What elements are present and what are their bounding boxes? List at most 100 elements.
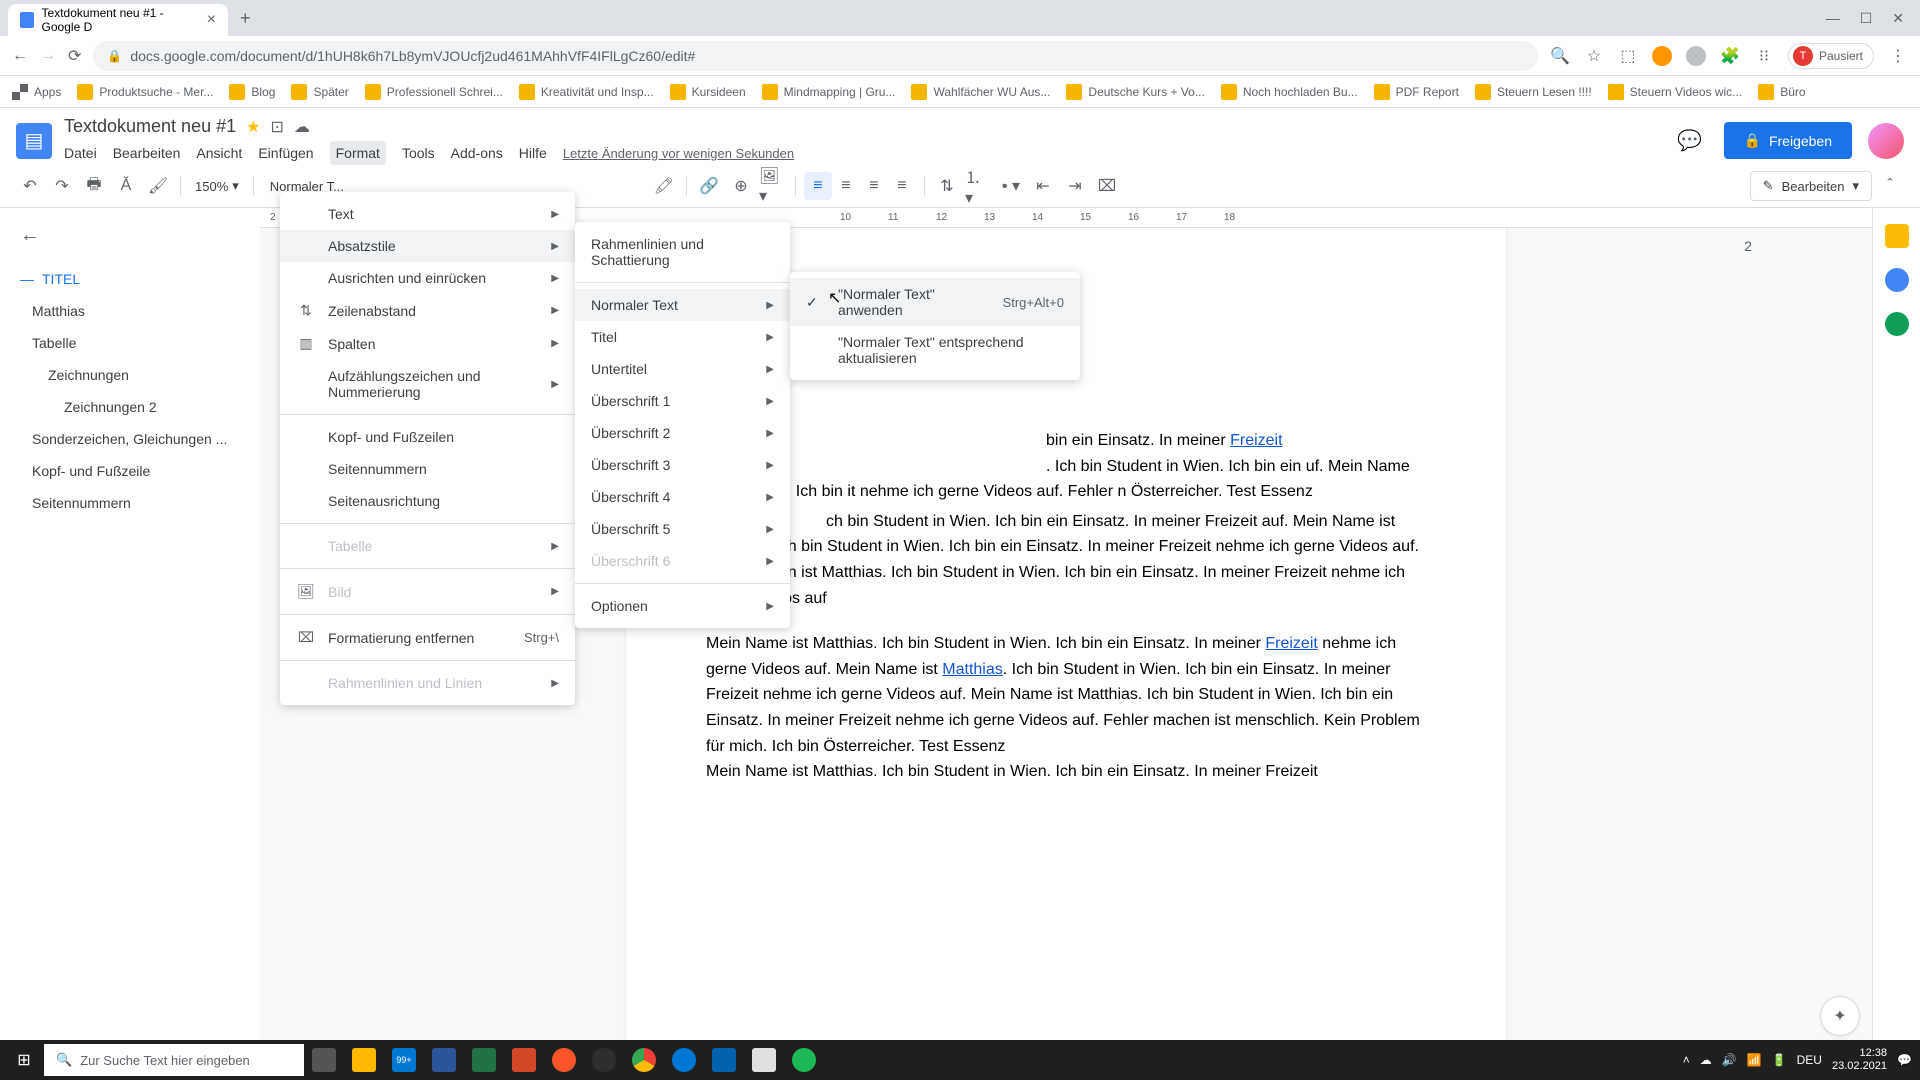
indent-decrease-icon[interactable]: ⇤ bbox=[1029, 172, 1057, 200]
tray-language[interactable]: DEU bbox=[1797, 1053, 1822, 1067]
puzzle-icon[interactable]: ⁝⁝ bbox=[1754, 46, 1774, 66]
bookmark-item[interactable]: Steuern Lesen !!!! bbox=[1475, 84, 1592, 100]
contacts-icon[interactable] bbox=[1885, 312, 1909, 336]
spellcheck-icon[interactable]: Ǎ bbox=[112, 172, 140, 200]
menu-seitenausrichtung[interactable]: Seitenausrichtung bbox=[280, 485, 575, 517]
print-icon[interactable]: 🖶 bbox=[80, 172, 108, 200]
browser-tab[interactable]: Textdokument neu #1 - Google D × bbox=[8, 4, 228, 36]
move-icon[interactable]: ⊡ bbox=[270, 117, 283, 137]
close-window-icon[interactable]: ✕ bbox=[1892, 10, 1904, 27]
bookmark-item[interactable]: Deutsche Kurs + Vo... bbox=[1066, 84, 1204, 100]
bulleted-list-icon[interactable]: • ▾ bbox=[997, 172, 1025, 200]
menu-ueberschrift-2[interactable]: Überschrift 2▶ bbox=[575, 417, 790, 449]
link-icon[interactable]: 🔗 bbox=[695, 172, 723, 200]
new-tab-button[interactable]: + bbox=[240, 8, 251, 29]
redo-icon[interactable]: ↷ bbox=[48, 172, 76, 200]
bookmark-item[interactable]: Steuern Videos wic... bbox=[1608, 84, 1743, 100]
menu-untertitel[interactable]: Untertitel▶ bbox=[575, 353, 790, 385]
undo-icon[interactable]: ↶ bbox=[16, 172, 44, 200]
star-bookmark-icon[interactable]: ☆ bbox=[1584, 46, 1604, 66]
bookmark-item[interactable]: Professionell Schrei... bbox=[365, 84, 503, 100]
menu-ueberschrift-5[interactable]: Überschrift 5▶ bbox=[575, 513, 790, 545]
menu-icon[interactable]: ⋮ bbox=[1888, 46, 1908, 66]
line-spacing-icon[interactable]: ⇅ bbox=[933, 172, 961, 200]
star-icon[interactable]: ★ bbox=[246, 117, 260, 137]
brave-icon[interactable] bbox=[544, 1040, 584, 1080]
outline-item[interactable]: TITEL bbox=[20, 263, 240, 295]
outline-item[interactable]: Zeichnungen 2 bbox=[20, 391, 240, 423]
menu-tools[interactable]: Tools bbox=[402, 141, 435, 165]
last-change-link[interactable]: Letzte Änderung vor wenigen Sekunden bbox=[563, 146, 794, 161]
bookmark-item[interactable]: Produktsuche - Mer... bbox=[77, 84, 213, 100]
windows-start-icon[interactable]: ⊞ bbox=[4, 1040, 44, 1080]
explore-button[interactable]: ✦ bbox=[1820, 996, 1860, 1036]
menu-seitennummern[interactable]: Seitennummern bbox=[280, 453, 575, 485]
bookmark-item[interactable]: PDF Report bbox=[1374, 84, 1459, 100]
bookmark-item[interactable]: Mindmapping | Gru... bbox=[762, 84, 896, 100]
forward-icon[interactable]: → bbox=[40, 47, 56, 65]
powerpoint-icon[interactable] bbox=[504, 1040, 544, 1080]
tray-wifi-icon[interactable]: 📶 bbox=[1747, 1053, 1762, 1067]
tasks-icon[interactable] bbox=[1885, 268, 1909, 292]
windows-search[interactable]: 🔍 Zur Suche Text hier eingeben bbox=[44, 1044, 304, 1076]
align-justify-icon[interactable]: ≡ bbox=[888, 172, 916, 200]
docs-logo-icon[interactable]: ▤ bbox=[16, 123, 52, 159]
outline-item[interactable]: Seitennummern bbox=[20, 487, 240, 519]
tray-battery-icon[interactable]: 🔋 bbox=[1772, 1053, 1787, 1067]
link-freizeit[interactable]: Freizeit bbox=[1265, 635, 1317, 652]
menu-bild[interactable]: 🖼Bild▶ bbox=[280, 575, 575, 608]
menu-bearbeiten[interactable]: Bearbeiten bbox=[113, 141, 181, 165]
bookmark-item[interactable]: Noch hochladen Bu... bbox=[1221, 84, 1358, 100]
link-freizeit[interactable]: Freizeit bbox=[1230, 432, 1282, 449]
menu-hilfe[interactable]: Hilfe bbox=[519, 141, 547, 165]
tray-cloud-icon[interactable]: ☁ bbox=[1700, 1053, 1712, 1067]
comments-icon[interactable]: 💬 bbox=[1672, 123, 1708, 159]
image-icon[interactable]: 🖼 ▾ bbox=[759, 172, 787, 200]
tray-notifications-icon[interactable]: 💬 bbox=[1897, 1053, 1912, 1067]
menu-rahmenlinien[interactable]: Rahmenlinien und Linien▶ bbox=[280, 667, 575, 699]
menu-aufzaehlung[interactable]: Aufzählungszeichen und Nummerierung▶ bbox=[280, 360, 575, 408]
menu-einfuegen[interactable]: Einfügen bbox=[258, 141, 313, 165]
indent-increase-icon[interactable]: ⇥ bbox=[1061, 172, 1089, 200]
outline-item[interactable]: Zeichnungen bbox=[20, 359, 240, 391]
bookmark-item[interactable]: Kursideen bbox=[670, 84, 746, 100]
menu-normaler-text[interactable]: Normaler Text▶ bbox=[575, 289, 790, 321]
menu-tabelle[interactable]: Tabelle▶ bbox=[280, 530, 575, 562]
menu-ueberschrift-3[interactable]: Überschrift 3▶ bbox=[575, 449, 790, 481]
outline-item[interactable]: Kopf- und Fußzeile bbox=[20, 455, 240, 487]
menu-ueberschrift-1[interactable]: Überschrift 1▶ bbox=[575, 385, 790, 417]
menu-optionen[interactable]: Optionen▶ bbox=[575, 590, 790, 622]
extension-circle-icon[interactable] bbox=[1686, 46, 1706, 66]
menu-apply-normal-text[interactable]: ✓ "Normaler Text" anwenden Strg+Alt+0 bbox=[790, 278, 1080, 326]
maximize-icon[interactable]: ☐ bbox=[1860, 10, 1873, 27]
close-tab-icon[interactable]: × bbox=[207, 11, 216, 29]
bookmark-item[interactable]: Büro bbox=[1758, 84, 1805, 100]
menu-ueberschrift-6[interactable]: Überschrift 6▶ bbox=[575, 545, 790, 577]
menu-format[interactable]: Format bbox=[330, 141, 386, 165]
bookmark-item[interactable]: Kreativität und Insp... bbox=[519, 84, 654, 100]
bookmark-item[interactable]: Später bbox=[291, 84, 348, 100]
tray-volume-icon[interactable]: 🔊 bbox=[1722, 1053, 1737, 1067]
menu-ansicht[interactable]: Ansicht bbox=[196, 141, 242, 165]
menu-datei[interactable]: Datei bbox=[64, 141, 97, 165]
bookmark-item[interactable]: Blog bbox=[229, 84, 275, 100]
paint-format-icon[interactable]: 🖌 bbox=[144, 172, 172, 200]
align-center-icon[interactable]: ≡ bbox=[832, 172, 860, 200]
link-matthias[interactable]: Matthias bbox=[942, 661, 1002, 678]
menu-ueberschrift-4[interactable]: Überschrift 4▶ bbox=[575, 481, 790, 513]
document-title[interactable]: Textdokument neu #1 bbox=[64, 116, 236, 137]
bookmark-item[interactable]: Wahlfächer WU Aus... bbox=[911, 84, 1050, 100]
menu-spalten[interactable]: ▥Spalten▶ bbox=[280, 327, 575, 360]
profile-badge[interactable]: T Pausiert bbox=[1788, 43, 1874, 69]
url-bar[interactable]: 🔒 docs.google.com/document/d/1hUH8k6h7Lb… bbox=[93, 41, 1538, 71]
align-left-icon[interactable]: ≡ bbox=[804, 172, 832, 200]
extension-icon[interactable]: ⬚ bbox=[1618, 46, 1638, 66]
app-icon[interactable] bbox=[744, 1040, 784, 1080]
user-avatar[interactable] bbox=[1868, 123, 1904, 159]
clear-format-icon[interactable]: ⌧ bbox=[1093, 172, 1121, 200]
file-explorer-icon[interactable] bbox=[344, 1040, 384, 1080]
align-right-icon[interactable]: ≡ bbox=[860, 172, 888, 200]
menu-formatierung-entfernen[interactable]: ⌧Formatierung entfernenStrg+\ bbox=[280, 621, 575, 654]
share-button[interactable]: 🔒 Freigeben bbox=[1724, 122, 1852, 159]
highlight-icon[interactable]: 🖍 bbox=[650, 172, 678, 200]
